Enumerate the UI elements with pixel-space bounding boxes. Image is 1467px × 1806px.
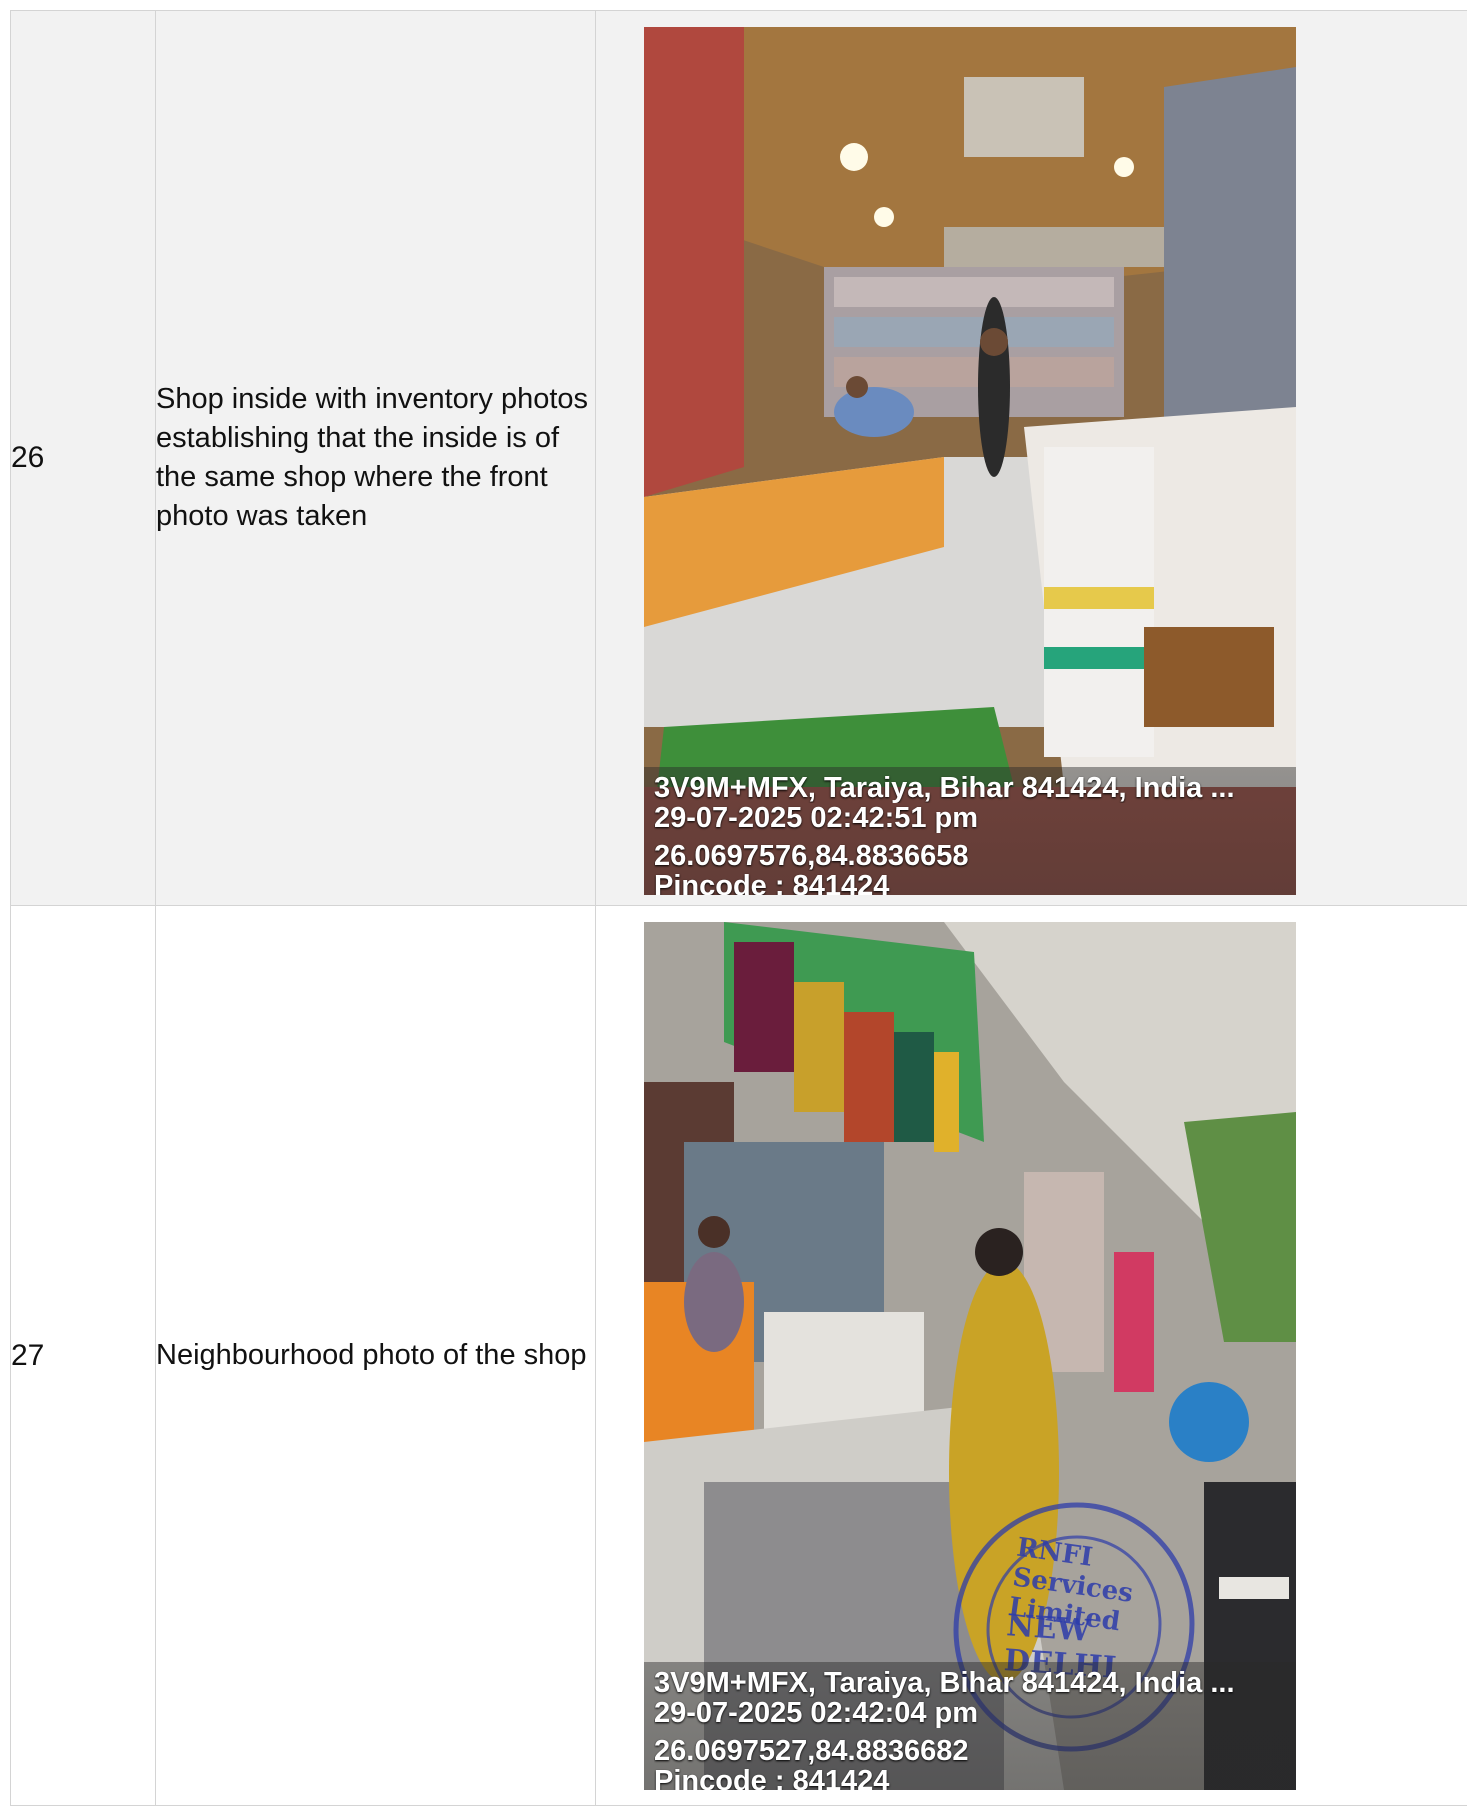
photo-cell: 3V9M+MFX, Taraiya, Bihar 841424, India .…	[596, 11, 1467, 906]
geotag-address: 3V9M+MFX, Taraiya, Bihar 841424, India .…	[654, 773, 1286, 803]
photo-cell: RNFI Services Limited NEW DELHI 3V9M+MFX…	[596, 906, 1467, 1806]
row-number: 27	[11, 906, 156, 1806]
geotag-pincode: Pincode : 841424	[654, 871, 1286, 895]
geotag-address: 3V9M+MFX, Taraiya, Bihar 841424, India .…	[654, 1668, 1286, 1698]
shop-inside-image	[644, 27, 1296, 895]
geotag-datetime: 29-07-2025 02:42:04 pm	[654, 1698, 1286, 1728]
geotag-datetime: 29-07-2025 02:42:51 pm	[654, 803, 1286, 833]
table-row: 27 Neighbourhood photo of the shop	[11, 906, 1467, 1806]
geotag-coordinates: 26.0697576,84.8836658	[654, 841, 1286, 871]
table-row: 26 Shop inside with inventory photos est…	[11, 11, 1467, 906]
photo-geotag-overlay: 3V9M+MFX, Taraiya, Bihar 841424, India .…	[644, 767, 1296, 895]
neighbourhood-photo: RNFI Services Limited NEW DELHI 3V9M+MFX…	[644, 922, 1296, 1790]
geotag-pincode: Pincode : 841424	[654, 1766, 1286, 1790]
photo-geotag-overlay: 3V9M+MFX, Taraiya, Bihar 841424, India .…	[644, 1662, 1296, 1790]
row-description: Neighbourhood photo of the shop	[156, 906, 596, 1806]
shop-inside-photo: 3V9M+MFX, Taraiya, Bihar 841424, India .…	[644, 27, 1296, 895]
geotag-coordinates: 26.0697527,84.8836682	[654, 1736, 1286, 1766]
row-description: Shop inside with inventory photos establ…	[156, 11, 596, 906]
report-table: 26 Shop inside with inventory photos est…	[10, 10, 1467, 1806]
row-number: 26	[11, 11, 156, 906]
